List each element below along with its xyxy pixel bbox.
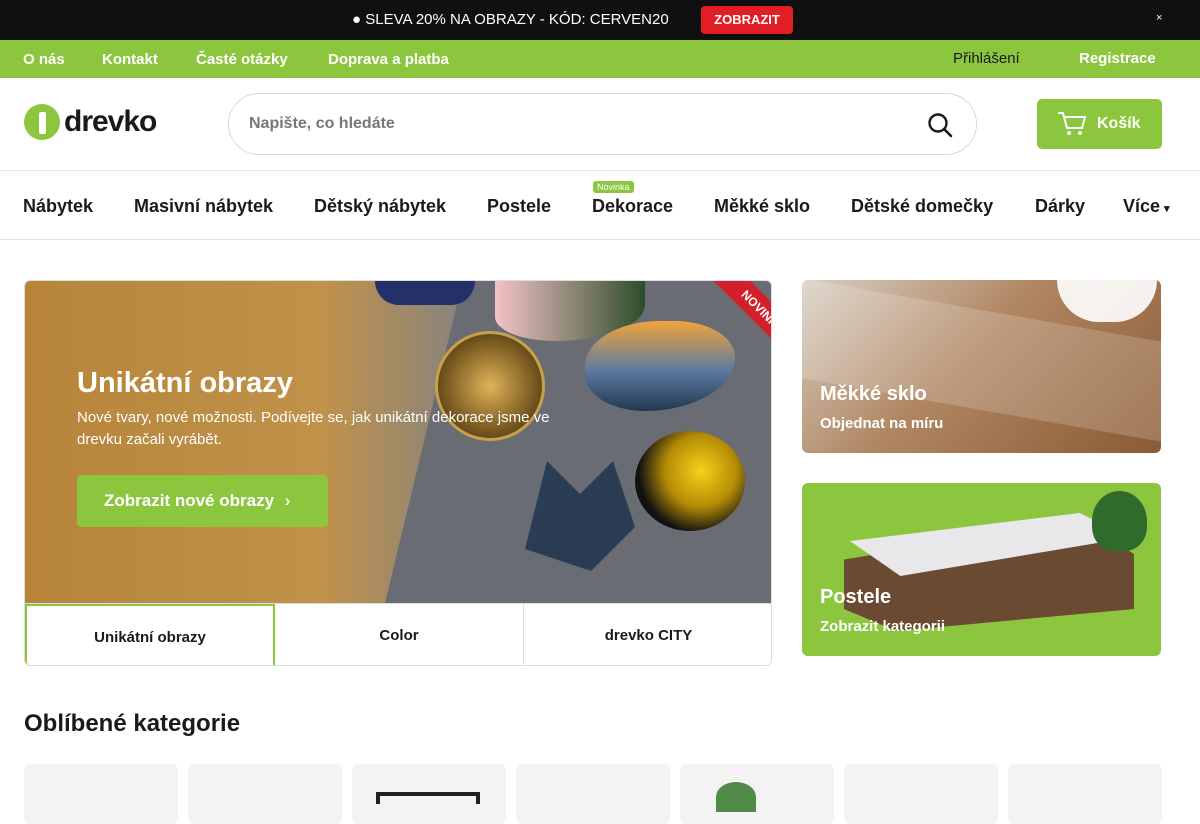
search-icon[interactable] [927, 112, 953, 138]
register-link[interactable]: Registrace [1079, 50, 1156, 67]
tab-drevko-city[interactable]: drevko CITY [524, 604, 771, 665]
category-card[interactable] [680, 764, 834, 824]
link-shipping[interactable]: Doprava a platba [328, 51, 449, 68]
nav-item-kids-houses[interactable]: Dětské domečky [851, 196, 993, 217]
nav-item-solid-furniture[interactable]: Masivní nábytek [134, 196, 273, 217]
link-faq[interactable]: Časté otázky [196, 51, 288, 68]
nav-item-decor[interactable]: Dekorace [592, 196, 673, 217]
nav-item-beds[interactable]: Postele [487, 196, 551, 217]
cart-icon [1058, 112, 1087, 135]
header: drevko Košík [0, 78, 1200, 170]
promo-text: ● SLEVA 20% NA OBRAZY - KÓD: CERVEN20 [352, 11, 669, 28]
tab-color[interactable]: Color [275, 604, 524, 665]
hero-tabs: Unikátní obrazy Color drevko CITY [25, 603, 771, 665]
category-card[interactable] [516, 764, 670, 824]
hero-description: Nové tvary, nové možnosti. Podívejte se,… [77, 409, 550, 448]
nav-item-gifts[interactable]: Dárky [1035, 196, 1085, 217]
hero-cta-label: Zobrazit nové obrazy [104, 491, 275, 510]
cart-label: Košík [1097, 115, 1141, 132]
promo-card-soft-glass[interactable]: Měkké sklo Objednat na míru [802, 280, 1161, 453]
frame-image [376, 792, 480, 804]
category-card[interactable] [352, 764, 506, 824]
chevron-right-icon: › [284, 491, 291, 510]
promo-card-beds[interactable]: Postele Zobrazit kategorii [802, 483, 1161, 656]
cart-button[interactable]: Košík [1037, 99, 1162, 149]
tab-unique-paintings[interactable]: Unikátní obrazy [25, 604, 275, 665]
main-nav: Nábytek Masivní nábytek Dětský nábytek P… [0, 170, 1200, 240]
nav-item-more[interactable]: Více ▾ [1123, 196, 1170, 217]
hero-cta-button[interactable]: Zobrazit nové obrazy › [77, 475, 328, 527]
art-image [635, 431, 745, 531]
category-card[interactable] [188, 764, 342, 824]
hero-banner[interactable]: NOVINKA Unikátní obrazy Nové tvary, nové… [25, 281, 771, 603]
search-box [228, 93, 977, 155]
link-contact[interactable]: Kontakt [102, 51, 158, 68]
close-icon[interactable]: × [1156, 12, 1162, 24]
plant-image [1092, 491, 1147, 551]
logo[interactable]: drevko [24, 102, 174, 142]
nav-item-kids-furniture[interactable]: Dětský nábytek [314, 196, 446, 217]
category-card[interactable] [844, 764, 998, 824]
card-subtitle: Objednat na míru [820, 415, 944, 432]
search-input[interactable] [249, 112, 889, 136]
promo-bar: ● SLEVA 20% NA OBRAZY - KÓD: CERVEN20 ZO… [0, 0, 1200, 40]
top-links-bar: O nás Kontakt Časté otázky Doprava a pla… [0, 40, 1200, 78]
new-badge: Novinka [593, 181, 634, 193]
logo-text: drevko [64, 105, 157, 138]
link-about[interactable]: O nás [23, 51, 65, 68]
art-image [375, 281, 475, 305]
category-card[interactable] [24, 764, 178, 824]
nav-item-furniture[interactable]: Nábytek [23, 196, 93, 217]
hero-title: Unikátní obrazy [77, 367, 293, 399]
cup-image [1057, 280, 1157, 322]
nav-item-soft-glass[interactable]: Měkké sklo [714, 196, 810, 217]
card-title: Měkké sklo [820, 383, 927, 405]
promo-show-button[interactable]: ZOBRAZIT [701, 6, 793, 34]
category-card[interactable] [1008, 764, 1162, 824]
chevron-down-icon: ▾ [1164, 203, 1170, 215]
card-subtitle: Zobrazit kategorii [820, 618, 946, 635]
card-title: Postele [820, 586, 892, 608]
nav-item-more-label: Více [1123, 196, 1161, 216]
hero-carousel: NOVINKA Unikátní obrazy Nové tvary, nové… [24, 280, 772, 666]
login-link[interactable]: Přihlášení [953, 50, 1020, 67]
plant-image [716, 782, 756, 812]
logo-mark-icon [24, 104, 60, 140]
section-title-popular: Oblíbené kategorie [24, 710, 241, 737]
